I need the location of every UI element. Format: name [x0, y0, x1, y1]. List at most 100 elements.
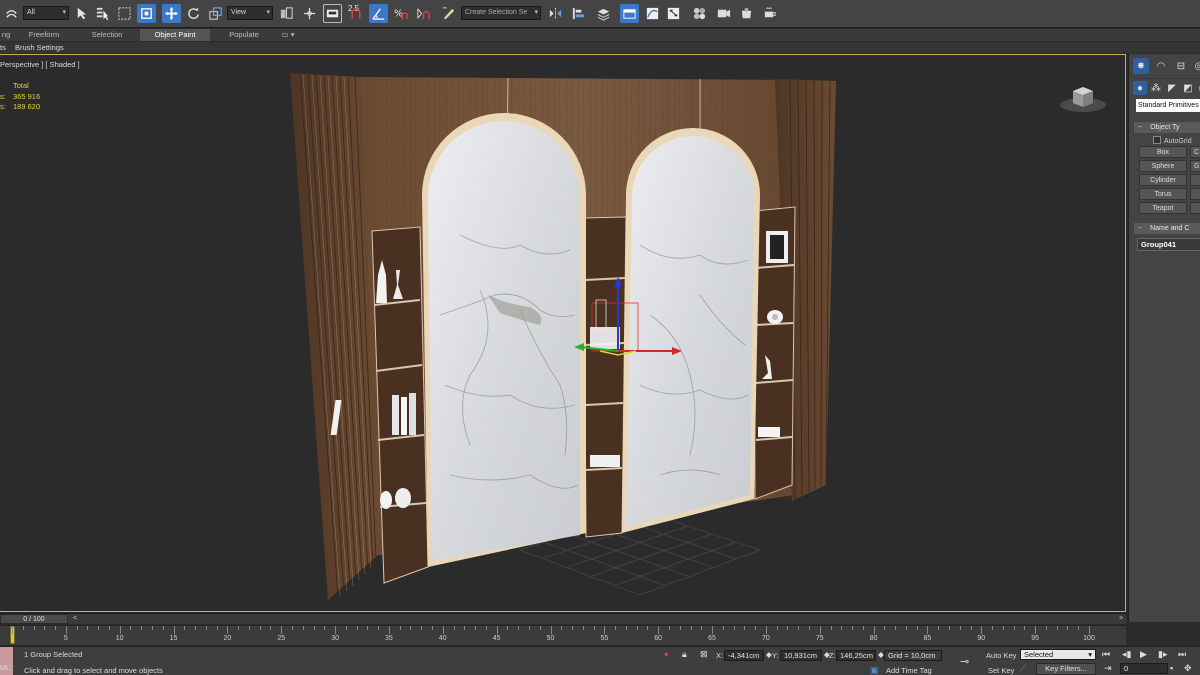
- rectangular-selection-icon[interactable]: [115, 4, 134, 23]
- render-setup-icon[interactable]: [714, 4, 733, 23]
- tab-object-paint[interactable]: Object Paint: [140, 29, 210, 41]
- track-bar[interactable]: 5 10 15 20 25 30 35 40 45 50 55 60 65 70 75 80 85 90 95 100: [0, 625, 1126, 645]
- tab-selection[interactable]: Selection: [84, 29, 130, 41]
- command-panel: ✸ ◠ ⊟ ◎ ● ⁂ ◤ ◩ ▸ Standard Primitives −O…: [1128, 54, 1200, 622]
- default-in-out-tangents-icon[interactable]: ⟋: [1020, 663, 1026, 674]
- select-manipulate-icon[interactable]: [300, 4, 319, 23]
- cylinder-button[interactable]: Cylinder: [1139, 174, 1187, 186]
- cameras-icon[interactable]: ◩: [1181, 81, 1195, 95]
- tab-populate[interactable]: Populate: [222, 29, 266, 41]
- angle-snap-icon[interactable]: [369, 4, 388, 23]
- helpers-icon[interactable]: ▸: [1195, 81, 1200, 95]
- ribbon-options-icon[interactable]: ▭ ▾: [278, 29, 298, 41]
- geometry-icon[interactable]: ●: [1133, 81, 1147, 95]
- key-filters-button[interactable]: Key Filters...: [1036, 663, 1096, 675]
- play-icon[interactable]: ▶: [1140, 649, 1147, 660]
- plane-button[interactable]: [1190, 202, 1200, 214]
- isolate-selection-icon[interactable]: ♦: [664, 649, 669, 659]
- selection-lock-icon[interactable]: 🔒︎: [682, 649, 687, 660]
- reference-coordinate-dropdown[interactable]: View ▾: [227, 6, 273, 20]
- x-spinner-icon[interactable]: ◆: [766, 650, 772, 659]
- select-by-name-icon[interactable]: [93, 4, 112, 23]
- layer-explorer-icon[interactable]: [594, 4, 613, 23]
- key-mode-toggle-icon[interactable]: ⇥: [1104, 663, 1112, 674]
- panel-label-brush-settings[interactable]: Brush Settings: [15, 42, 64, 53]
- set-key-button[interactable]: Set Key: [988, 666, 1014, 675]
- torus-button[interactable]: Torus: [1139, 188, 1187, 200]
- previous-frame-icon[interactable]: ◂▮: [1122, 649, 1131, 660]
- maxscript-label[interactable]: ML:: [0, 665, 12, 672]
- viewport-navigation-icon[interactable]: ✥: [1184, 663, 1192, 674]
- time-slider-next[interactable]: >: [1119, 614, 1123, 624]
- time-slider-prev[interactable]: <: [73, 614, 77, 624]
- schematic-view-icon[interactable]: [664, 4, 683, 23]
- panel-label-objects[interactable]: ts: [0, 42, 6, 53]
- curve-editor-icon[interactable]: [643, 4, 662, 23]
- cone-button[interactable]: C: [1190, 146, 1200, 158]
- lights-icon[interactable]: ◤: [1165, 81, 1179, 95]
- motion-tab-icon[interactable]: ◎: [1191, 58, 1200, 74]
- track-bar-tick: [152, 626, 153, 630]
- toggle-ribbon-icon[interactable]: [620, 4, 639, 23]
- hierarchy-tab-icon[interactable]: ⊟: [1173, 58, 1189, 74]
- mirror-icon[interactable]: [546, 4, 565, 23]
- absolute-mode-icon[interactable]: ⊠: [700, 649, 708, 660]
- pivot-center-icon[interactable]: [277, 4, 296, 23]
- autogrid-checkbox[interactable]: AutoGrid: [1153, 136, 1192, 145]
- x-coordinate-field[interactable]: -4,341cm: [724, 650, 764, 661]
- undo-icon[interactable]: [2, 4, 21, 23]
- name-and-color-rollout[interactable]: − Name and C: [1134, 223, 1200, 234]
- current-frame-field[interactable]: 0: [1120, 663, 1168, 674]
- tab-freeform[interactable]: Freeform: [24, 29, 64, 41]
- time-tag-icon[interactable]: ▣: [870, 665, 879, 675]
- z-coordinate-field[interactable]: 146,25cm: [836, 650, 876, 661]
- rotate-icon[interactable]: [184, 4, 203, 23]
- keyboard-shortcut-override-icon[interactable]: [323, 4, 342, 23]
- move-icon[interactable]: [162, 4, 181, 23]
- track-bar-tick: [518, 626, 520, 630]
- edit-named-selection-icon[interactable]: [439, 4, 458, 23]
- viewcube-icon[interactable]: [1059, 81, 1107, 115]
- next-frame-icon[interactable]: ▮▸: [1158, 649, 1167, 660]
- z-spinner-icon[interactable]: ◆: [878, 650, 884, 659]
- key-mode-dropdown[interactable]: Selected ▾: [1020, 649, 1096, 660]
- auto-key-button[interactable]: Auto Key: [986, 651, 1016, 660]
- key-icon[interactable]: ⊸: [960, 655, 969, 668]
- spinner-snap-icon[interactable]: [413, 4, 432, 23]
- track-bar-label: 55: [600, 635, 609, 642]
- time-configuration-icon[interactable]: ▪: [1170, 663, 1173, 673]
- track-bar-tick: [572, 626, 574, 630]
- align-icon[interactable]: [569, 4, 588, 23]
- track-bar-tick: [335, 626, 337, 634]
- track-bar-tick: [755, 626, 757, 630]
- render-frame-window-icon[interactable]: [737, 4, 756, 23]
- time-slider[interactable]: 0 / 100: [0, 614, 68, 624]
- go-to-end-icon[interactable]: ⏭︎: [1178, 649, 1186, 660]
- render-production-icon[interactable]: [760, 4, 779, 23]
- selection-filter-dropdown[interactable]: All ▾: [23, 6, 69, 20]
- object-name-field[interactable]: Group041: [1137, 238, 1200, 251]
- tab-modeling[interactable]: ng: [0, 29, 12, 41]
- perspective-viewport[interactable]: Perspective ] [ Shaded ] Total s: 365 91…: [0, 54, 1126, 612]
- pyramid-button[interactable]: [1190, 188, 1200, 200]
- sphere-button[interactable]: Sphere: [1139, 160, 1187, 172]
- window-crossing-icon[interactable]: [137, 4, 156, 23]
- tube-button[interactable]: [1190, 174, 1200, 186]
- named-selection-set-dropdown[interactable]: Create Selection Se ▾: [461, 6, 541, 20]
- create-tab-icon[interactable]: ✸: [1133, 58, 1149, 74]
- select-object-icon[interactable]: [72, 4, 91, 23]
- object-type-rollout[interactable]: − Object Ty: [1134, 122, 1200, 133]
- scale-icon[interactable]: [206, 4, 225, 23]
- geosphere-button[interactable]: G: [1190, 160, 1200, 172]
- material-editor-icon[interactable]: [690, 4, 709, 23]
- teapot-button[interactable]: Teapot: [1139, 202, 1187, 214]
- geometry-type-dropdown[interactable]: Standard Primitives: [1136, 99, 1200, 112]
- shapes-icon[interactable]: ⁂: [1149, 81, 1163, 95]
- y-coordinate-field[interactable]: 10,931cm: [780, 650, 822, 661]
- modify-tab-icon[interactable]: ◠: [1153, 58, 1169, 74]
- go-to-start-icon[interactable]: ⏮︎: [1102, 649, 1110, 660]
- box-button[interactable]: Box: [1139, 146, 1187, 158]
- snap-toggle-icon[interactable]: 2.5: [346, 4, 365, 23]
- add-time-tag[interactable]: Add Time Tag: [886, 666, 932, 675]
- percent-snap-icon[interactable]: %: [391, 4, 410, 23]
